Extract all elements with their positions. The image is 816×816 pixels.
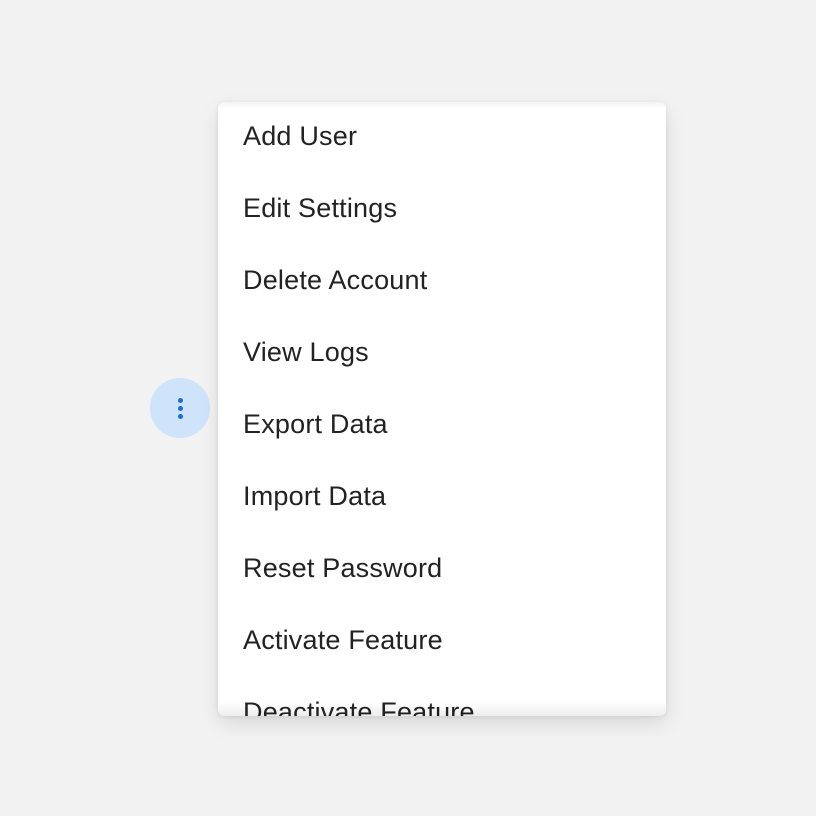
- menu-item-view-logs[interactable]: View Logs: [218, 316, 666, 388]
- dropdown-menu: Add User Edit Settings Delete Account Vi…: [218, 102, 666, 716]
- menu-item-export-data[interactable]: Export Data: [218, 388, 666, 460]
- menu-scroll-area[interactable]: Add User Edit Settings Delete Account Vi…: [218, 102, 666, 717]
- menu-item-import-data[interactable]: Import Data: [218, 460, 666, 532]
- menu-item-deactivate-feature[interactable]: Deactivate Feature: [218, 676, 666, 717]
- more-options-button[interactable]: [150, 378, 210, 438]
- menu-item-edit-settings[interactable]: Edit Settings: [218, 172, 666, 244]
- menu-item-activate-feature[interactable]: Activate Feature: [218, 604, 666, 676]
- menu-item-delete-account[interactable]: Delete Account: [218, 244, 666, 316]
- menu-item-reset-password[interactable]: Reset Password: [218, 532, 666, 604]
- menu-list: Add User Edit Settings Delete Account Vi…: [218, 102, 666, 717]
- menu-item-add-user[interactable]: Add User: [218, 102, 666, 172]
- kebab-vertical-icon: [177, 397, 183, 419]
